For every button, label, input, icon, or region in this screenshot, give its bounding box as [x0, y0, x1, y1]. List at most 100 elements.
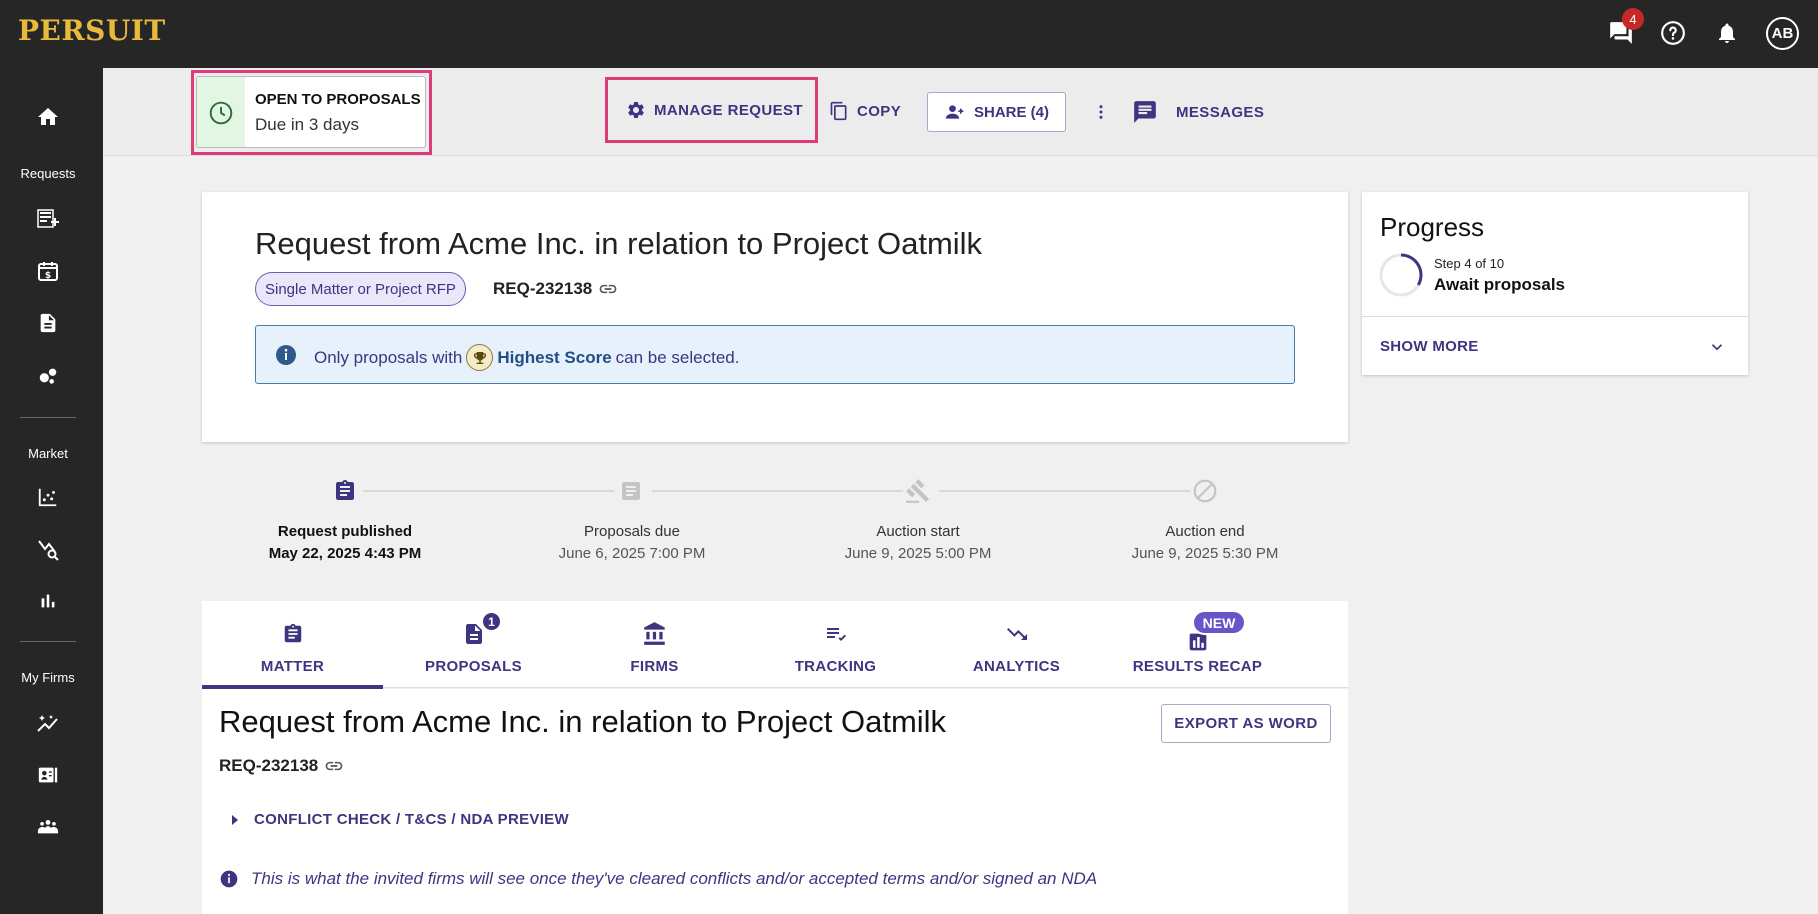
status-title: OPEN TO PROPOSALS	[255, 91, 421, 108]
status-due: Due in 3 days	[255, 115, 359, 134]
tab-label: ANALYTICS	[972, 658, 1061, 675]
more-options-button[interactable]	[1092, 100, 1110, 124]
clipboard-icon	[280, 621, 306, 647]
matter-title: Request from Acme Inc. in relation to Pr…	[219, 704, 947, 739]
sidebar-section-my-firms: My Firms	[21, 670, 75, 685]
show-more-label: SHOW MORE	[1380, 338, 1479, 355]
sidebar-section-market: Market	[28, 446, 68, 461]
new-request-icon[interactable]	[33, 204, 63, 234]
copy-icon	[830, 101, 847, 121]
copy-button[interactable]: COPY	[829, 100, 901, 122]
checklist-icon	[823, 621, 849, 647]
svg-text:$: $	[45, 271, 51, 281]
document-icon	[616, 476, 646, 506]
sidebar-divider	[20, 641, 76, 642]
visibility-note: This is what the invited firms will see …	[219, 869, 1097, 889]
timeline-date: June 9, 2025 5:30 PM	[1131, 545, 1279, 562]
share-button[interactable]: SHARE (4)	[927, 92, 1066, 132]
performance-sparkle-icon[interactable]	[33, 708, 63, 738]
info-banner: Only proposals with Highest Score can be…	[255, 325, 1295, 384]
sidebar-divider	[20, 417, 76, 418]
user-avatar[interactable]: AB	[1766, 17, 1799, 50]
show-more-toggle[interactable]: SHOW MORE	[1362, 316, 1748, 374]
scatter-chart-icon[interactable]	[33, 482, 63, 512]
messages-button[interactable]: MESSAGES	[1132, 99, 1264, 125]
tab-label: PROPOSALS	[425, 658, 522, 675]
tab-firms[interactable]: FIRMS	[564, 601, 745, 688]
proposals-count-badge: 1	[481, 611, 502, 632]
tab-matter[interactable]: MATTER	[202, 601, 383, 689]
request-type-chip: Single Matter or Project RFP	[255, 272, 466, 306]
timeline-label: Auction end	[1165, 523, 1245, 540]
matter-request-id-text: REQ-232138	[219, 756, 319, 775]
billing-calendar-icon[interactable]: $	[33, 256, 63, 286]
tab-analytics[interactable]: ANALYTICS	[926, 601, 1107, 688]
progress-step-name: Await proposals	[1434, 275, 1565, 294]
link-icon	[599, 284, 617, 294]
help-icon[interactable]	[1658, 18, 1688, 48]
timeline-connector	[939, 490, 1190, 492]
gear-icon	[628, 102, 644, 118]
messages-label: MESSAGES	[1176, 103, 1265, 121]
progress-title: Progress	[1380, 212, 1485, 242]
new-feature-badge: NEW	[1192, 610, 1246, 635]
top-bar: PERSUIT 4 AB	[0, 0, 1818, 68]
person-add-icon	[945, 105, 964, 119]
gavel-icon	[903, 476, 933, 506]
document-icon[interactable]	[33, 308, 63, 338]
clock-icon	[209, 101, 233, 125]
timeline-connector	[363, 490, 614, 492]
timeline-label: Proposals due	[584, 523, 680, 540]
conflict-check-expander[interactable]: CONFLICT CHECK / T&CS / NDA PREVIEW	[230, 811, 569, 828]
info-highlight: Highest Score	[497, 347, 612, 367]
timeline-label: Auction start	[876, 523, 960, 540]
info-icon	[276, 345, 296, 365]
tab-label: MATTER	[260, 658, 325, 675]
progress-step: Step 4 of 10	[1434, 256, 1505, 271]
tab-proposals[interactable]: 1 PROPOSALS	[383, 601, 564, 688]
matter-request-id[interactable]: REQ-232138	[219, 756, 344, 776]
bar-chart-icon[interactable]	[33, 586, 63, 616]
tab-label: TRACKING	[794, 658, 877, 675]
info-icon	[220, 870, 238, 888]
info-prefix: Only proposals with	[314, 347, 463, 367]
timeline-date: June 9, 2025 5:00 PM	[844, 545, 992, 562]
contact-card-icon[interactable]	[33, 760, 63, 790]
trophy-icon	[466, 344, 494, 371]
request-status-card[interactable]: OPEN TO PROPOSALS Due in 3 days	[196, 76, 426, 148]
link-icon	[325, 761, 343, 771]
sidebar-section-requests: Requests	[20, 166, 76, 181]
bubbles-icon[interactable]	[33, 360, 63, 390]
request-id[interactable]: REQ-232138	[493, 279, 618, 299]
more-vertical-icon	[1099, 105, 1103, 119]
bank-icon	[642, 621, 668, 647]
firms-group-icon[interactable]	[33, 812, 63, 842]
tab-tracking[interactable]: TRACKING	[745, 601, 926, 688]
request-id-text: REQ-232138	[493, 279, 593, 298]
chevron-down-icon	[1711, 344, 1723, 351]
trending-down-icon	[1004, 621, 1030, 647]
clipboard-icon	[330, 476, 360, 506]
conflict-check-label: CONFLICT CHECK / T&CS / NDA PREVIEW	[254, 811, 569, 828]
tab-label: RESULTS RECAP	[1132, 658, 1263, 675]
caret-right-icon	[232, 814, 238, 825]
status-icon-panel	[197, 77, 245, 147]
market-search-icon[interactable]	[33, 534, 63, 564]
timeline-label: Request published	[277, 523, 413, 540]
persuit-logo[interactable]: PERSUIT	[18, 14, 166, 47]
info-text: Only proposals with Highest Score can be…	[314, 344, 739, 371]
block-icon	[1190, 476, 1220, 506]
chat-icon	[1134, 101, 1156, 123]
request-title: Request from Acme Inc. in relation to Pr…	[255, 226, 983, 261]
notifications-bell-icon[interactable]	[1712, 18, 1742, 48]
manage-request-button[interactable]: MANAGE REQUEST	[626, 100, 803, 120]
timeline-date: May 22, 2025 4:43 PM	[268, 545, 422, 562]
tab-label: FIRMS	[630, 658, 679, 675]
home-icon[interactable]	[33, 102, 63, 132]
timeline-date: June 6, 2025 7:00 PM	[558, 545, 706, 562]
messages-count-badge: 4	[1622, 8, 1644, 30]
info-suffix: can be selected.	[615, 347, 740, 367]
export-as-word-button[interactable]: EXPORT AS WORD	[1161, 704, 1331, 743]
progress-ring-icon	[1379, 253, 1423, 297]
share-label: SHARE (4)	[973, 103, 1049, 121]
